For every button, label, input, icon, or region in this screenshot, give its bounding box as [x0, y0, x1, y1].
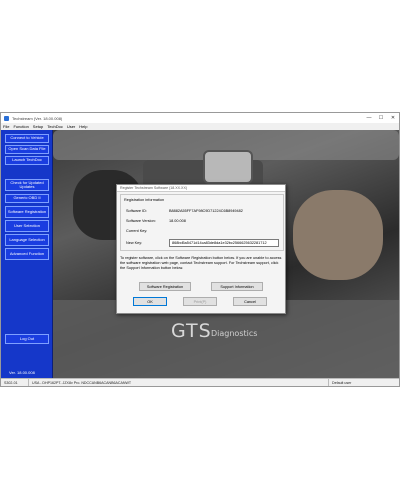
window-controls: — ☐ ✕ — [363, 113, 399, 123]
generic-obd2-button[interactable]: Generic OBD II — [5, 194, 49, 203]
ok-button[interactable]: OK — [133, 297, 167, 306]
menu-user[interactable]: User — [67, 124, 75, 129]
hand-photo — [293, 190, 383, 280]
status-bar: S302-01 USA - DHP162PT- JZX8v Pro. NDCCA… — [1, 378, 399, 386]
menu-techdoc[interactable]: TechDoc — [47, 124, 63, 129]
close-icon[interactable]: ✕ — [387, 113, 399, 123]
language-selection-button[interactable]: Language Selection — [5, 234, 49, 246]
sidebar: Connect to Vehicle Open Scan Data File L… — [1, 130, 53, 378]
maximize-icon[interactable]: ☐ — [375, 113, 387, 123]
open-scan-data-file-button[interactable]: Open Scan Data File — [5, 145, 49, 154]
software-version-value: 18.00.008 — [169, 219, 186, 223]
new-key-label: New Key: — [126, 241, 143, 245]
registration-info-group: Registration information Software ID: B8… — [120, 194, 284, 251]
title-bar: Techstream (Ver. 18.00.008) — ☐ ✕ — [1, 113, 399, 123]
log-out-button[interactable]: Log Out — [5, 334, 49, 344]
menu-help[interactable]: Help — [79, 124, 87, 129]
software-id-value: B8882A55FF7AF98C9D71224C6B8949482 — [169, 209, 243, 213]
window-title: Techstream (Ver. 18.00.008) — [12, 115, 63, 121]
menu-function[interactable]: Function — [13, 124, 28, 129]
menu-setup[interactable]: Setup — [33, 124, 43, 129]
status-vehicle: USA - DHP162PT- JZX8v Pro. NDCCANB6ACANB… — [29, 379, 329, 386]
dialog-title: Register Techstream Software (18.XX.XX) — [117, 185, 285, 192]
software-id-label: Software ID: — [126, 209, 147, 213]
current-key-label: Current Key: — [126, 229, 148, 233]
menu-bar: File Function Setup TechDoc User Help — [1, 123, 399, 130]
check-for-updates-button[interactable]: Check for Updated Updates — [5, 179, 49, 191]
cancel-button[interactable]: Cancel — [233, 297, 267, 306]
brand-subtitle: Diagnostics — [211, 329, 258, 338]
launch-techdoc-button[interactable]: Launch TechDoc — [5, 156, 49, 165]
instructions-text: To register software, click on the Softw… — [120, 256, 282, 270]
menu-file[interactable]: File — [3, 124, 9, 129]
new-key-input[interactable]: 868bd5a5471d14ca83de8da1e32bc25666256322… — [169, 239, 279, 247]
status-user: Default user — [332, 380, 352, 385]
support-information-button[interactable]: Support Information — [211, 282, 263, 291]
connect-to-vehicle-button[interactable]: Connect to Vehicle — [5, 134, 49, 143]
user-selection-button[interactable]: User Selection — [5, 220, 49, 232]
group-label: Registration information — [124, 198, 165, 202]
software-version-label: Software Version: — [126, 219, 156, 223]
software-registration-dialog-button[interactable]: Software Registration — [139, 282, 191, 291]
version-label: Ver. 18.00.008 — [9, 370, 35, 375]
register-software-dialog: Register Techstream Software (18.XX.XX) … — [116, 184, 286, 314]
print-button[interactable]: Print(P) — [183, 297, 217, 306]
minimize-icon[interactable]: — — [363, 113, 375, 123]
advanced-function-button[interactable]: Advanced Function — [5, 248, 49, 260]
tablet-device — [203, 150, 253, 184]
status-code: S302-01 — [1, 379, 29, 386]
app-icon — [4, 115, 9, 121]
software-registration-button[interactable]: Software Registration — [5, 206, 49, 218]
brand-logo-text: GTS — [171, 320, 212, 342]
